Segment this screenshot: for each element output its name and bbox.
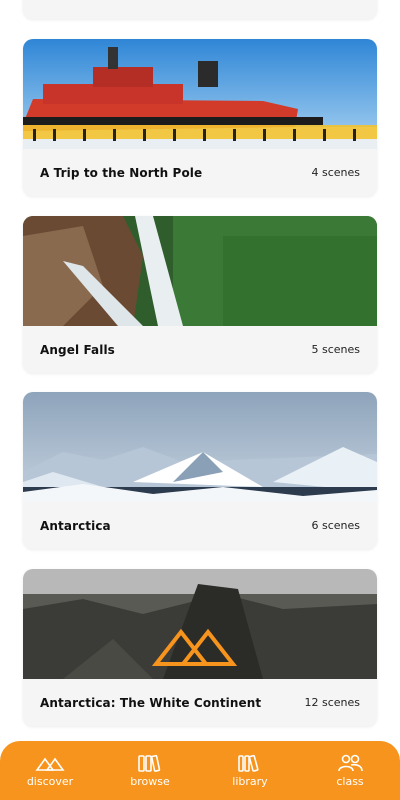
nav-class[interactable]: class: [305, 753, 395, 788]
books-icon: [138, 754, 161, 772]
mountain-peak-photo: [23, 569, 377, 679]
scene-count: 5 scenes: [311, 343, 360, 356]
scene-count: 4 scenes: [311, 166, 360, 179]
scene-count: 6 scenes: [311, 519, 360, 532]
nav-browse[interactable]: browse: [105, 753, 195, 788]
bottom-nav: discover browse library class: [0, 741, 400, 800]
nav-discover[interactable]: discover: [5, 753, 95, 788]
tour-title: A Trip to the North Pole: [40, 165, 203, 180]
nav-library[interactable]: library: [205, 753, 295, 788]
tour-card[interactable]: Antarctica: The White Continent 12 scene…: [23, 569, 377, 726]
scene-count: 12 scenes: [304, 696, 360, 709]
library-icon: [238, 754, 259, 772]
tour-card[interactable]: A Trip to the North Pole 4 scenes: [23, 39, 377, 196]
users-icon: [338, 754, 363, 772]
nav-label: class: [336, 775, 364, 788]
nav-label: browse: [130, 775, 170, 788]
tour-title: Angel Falls: [40, 342, 115, 357]
tour-card-partial[interactable]: [23, 0, 377, 19]
tour-card[interactable]: Angel Falls 5 scenes: [23, 216, 377, 373]
mountains-icon: [35, 757, 65, 771]
tour-title: Antarctica: The White Continent: [40, 695, 262, 710]
tour-title: Antarctica: [40, 518, 111, 533]
nav-label: library: [232, 775, 268, 788]
nav-label: discover: [26, 775, 74, 788]
icebreaker-ship-photo: [23, 39, 377, 149]
snowy-mountains-photo: [23, 392, 377, 502]
waterfall-photo: [23, 216, 377, 326]
tour-card[interactable]: Antarctica 6 scenes: [23, 392, 377, 549]
